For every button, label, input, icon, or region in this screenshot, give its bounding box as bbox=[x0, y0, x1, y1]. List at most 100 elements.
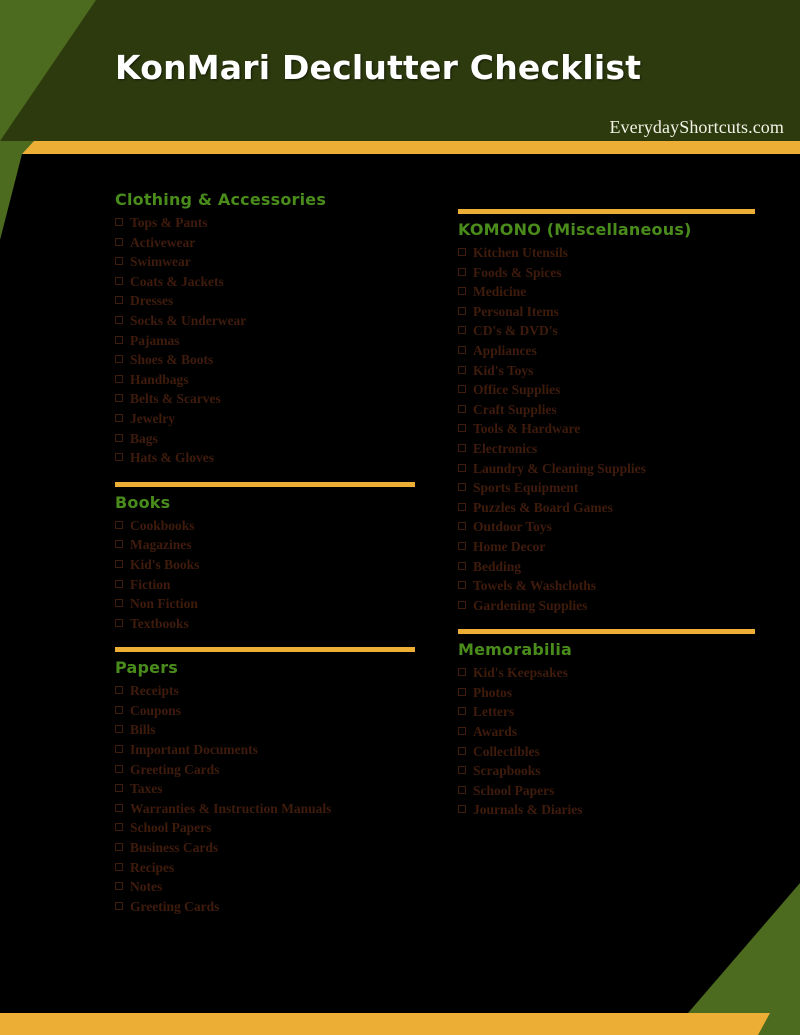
checkbox-empty-icon[interactable] bbox=[458, 502, 466, 511]
checklist-item[interactable]: Bedding bbox=[458, 557, 755, 577]
checkbox-empty-icon[interactable] bbox=[458, 345, 466, 354]
checklist-item[interactable]: Puzzles & Board Games bbox=[458, 498, 755, 518]
checkbox-empty-icon[interactable] bbox=[115, 413, 123, 422]
checklist-item[interactable]: Fiction bbox=[115, 575, 415, 595]
checklist-item[interactable]: Bills bbox=[115, 720, 415, 740]
checklist-item[interactable]: Jewelry bbox=[115, 409, 415, 429]
checklist-item[interactable]: Textbooks bbox=[115, 614, 415, 634]
checklist-item[interactable]: Swimwear bbox=[115, 252, 415, 272]
checklist-item[interactable]: Notes bbox=[115, 877, 415, 897]
checklist-item[interactable]: Medicine bbox=[458, 282, 755, 302]
checkbox-empty-icon[interactable] bbox=[458, 248, 466, 256]
checklist-item[interactable]: School Papers bbox=[458, 781, 755, 801]
checklist-item[interactable]: Kid's Keepsakes bbox=[458, 663, 755, 683]
checkbox-empty-icon[interactable] bbox=[458, 287, 466, 296]
checkbox-empty-icon[interactable] bbox=[115, 599, 123, 608]
checkbox-empty-icon[interactable] bbox=[115, 374, 123, 383]
checkbox-empty-icon[interactable] bbox=[458, 483, 466, 492]
checklist-item[interactable]: Non Fiction bbox=[115, 594, 415, 614]
checklist-item[interactable]: Cookbooks bbox=[115, 516, 415, 536]
checklist-item[interactable]: Greeting Cards bbox=[115, 760, 415, 780]
checklist-item[interactable]: Towels & Washcloths bbox=[458, 576, 755, 596]
checkbox-empty-icon[interactable] bbox=[115, 843, 123, 852]
checkbox-empty-icon[interactable] bbox=[458, 443, 466, 452]
checklist-item[interactable]: Foods & Spices bbox=[458, 263, 755, 283]
checkbox-empty-icon[interactable] bbox=[115, 764, 123, 773]
checkbox-empty-icon[interactable] bbox=[458, 581, 466, 590]
checklist-item[interactable]: Business Cards bbox=[115, 838, 415, 858]
checkbox-empty-icon[interactable] bbox=[115, 686, 123, 695]
checkbox-empty-icon[interactable] bbox=[458, 385, 466, 394]
checkbox-empty-icon[interactable] bbox=[115, 705, 123, 714]
checkbox-empty-icon[interactable] bbox=[115, 335, 123, 344]
checkbox-empty-icon[interactable] bbox=[458, 404, 466, 413]
checkbox-empty-icon[interactable] bbox=[458, 805, 466, 814]
checklist-item[interactable]: Awards bbox=[458, 722, 755, 742]
checklist-item[interactable]: Activewear bbox=[115, 233, 415, 253]
checklist-item[interactable]: Kid's Toys bbox=[458, 361, 755, 381]
checkbox-empty-icon[interactable] bbox=[115, 394, 123, 403]
checklist-item[interactable]: Home Decor bbox=[458, 537, 755, 557]
checklist-item[interactable]: Craft Supplies bbox=[458, 400, 755, 420]
checkbox-empty-icon[interactable] bbox=[115, 803, 123, 812]
checklist-item[interactable]: Outdoor Toys bbox=[458, 517, 755, 537]
checklist-item[interactable]: Shoes & Boots bbox=[115, 350, 415, 370]
checkbox-empty-icon[interactable] bbox=[115, 520, 123, 529]
checkbox-empty-icon[interactable] bbox=[115, 618, 123, 627]
checklist-item[interactable]: Sports Equipment bbox=[458, 478, 755, 498]
checklist-item[interactable]: Letters bbox=[458, 702, 755, 722]
checkbox-empty-icon[interactable] bbox=[115, 453, 123, 462]
checkbox-empty-icon[interactable] bbox=[458, 326, 466, 335]
checklist-item[interactable]: CD's & DVD's bbox=[458, 321, 755, 341]
checkbox-empty-icon[interactable] bbox=[458, 600, 466, 609]
checkbox-empty-icon[interactable] bbox=[115, 579, 123, 588]
checklist-item[interactable]: Kid's Books bbox=[115, 555, 415, 575]
checklist-item[interactable]: Appliances bbox=[458, 341, 755, 361]
checklist-item[interactable]: Tops & Pants bbox=[115, 213, 415, 233]
checkbox-empty-icon[interactable] bbox=[115, 559, 123, 568]
checklist-item[interactable]: Belts & Scarves bbox=[115, 389, 415, 409]
checklist-item[interactable]: Coupons bbox=[115, 701, 415, 721]
checkbox-empty-icon[interactable] bbox=[115, 276, 123, 285]
checkbox-empty-icon[interactable] bbox=[458, 687, 466, 696]
checkbox-empty-icon[interactable] bbox=[115, 745, 123, 754]
checklist-item[interactable]: Warranties & Instruction Manuals bbox=[115, 799, 415, 819]
checklist-item[interactable]: Recipes bbox=[115, 858, 415, 878]
checkbox-empty-icon[interactable] bbox=[458, 766, 466, 775]
checklist-item[interactable]: Scrapbooks bbox=[458, 761, 755, 781]
checklist-item[interactable]: School Papers bbox=[115, 818, 415, 838]
checkbox-empty-icon[interactable] bbox=[458, 707, 466, 716]
checkbox-empty-icon[interactable] bbox=[458, 668, 466, 677]
checkbox-empty-icon[interactable] bbox=[115, 901, 123, 910]
checkbox-empty-icon[interactable] bbox=[458, 306, 466, 315]
checklist-item[interactable]: Handbags bbox=[115, 370, 415, 390]
checkbox-empty-icon[interactable] bbox=[115, 218, 123, 226]
checklist-item[interactable]: Pajamas bbox=[115, 331, 415, 351]
checklist-item[interactable]: Receipts bbox=[115, 681, 415, 701]
checklist-item[interactable]: Tools & Hardware bbox=[458, 419, 755, 439]
checklist-item[interactable]: Kitchen Utensils bbox=[458, 243, 755, 263]
checklist-item[interactable]: Important Documents bbox=[115, 740, 415, 760]
checkbox-empty-icon[interactable] bbox=[458, 561, 466, 570]
checklist-item[interactable]: Greeting Cards bbox=[115, 897, 415, 917]
checklist-item[interactable]: Personal Items bbox=[458, 302, 755, 322]
checkbox-empty-icon[interactable] bbox=[115, 540, 123, 549]
checkbox-empty-icon[interactable] bbox=[458, 541, 466, 550]
checklist-item[interactable]: Electronics bbox=[458, 439, 755, 459]
checkbox-empty-icon[interactable] bbox=[458, 727, 466, 736]
checkbox-empty-icon[interactable] bbox=[115, 784, 123, 793]
checkbox-empty-icon[interactable] bbox=[458, 746, 466, 755]
checklist-item[interactable]: Gardening Supplies bbox=[458, 596, 755, 616]
checklist-item[interactable]: Magazines bbox=[115, 535, 415, 555]
checkbox-empty-icon[interactable] bbox=[458, 785, 466, 794]
checkbox-empty-icon[interactable] bbox=[115, 725, 123, 734]
checkbox-empty-icon[interactable] bbox=[115, 823, 123, 832]
checklist-item[interactable]: Collectibles bbox=[458, 742, 755, 762]
checklist-item[interactable]: Coats & Jackets bbox=[115, 272, 415, 292]
checkbox-empty-icon[interactable] bbox=[458, 522, 466, 531]
checklist-item[interactable]: Photos bbox=[458, 683, 755, 703]
checkbox-empty-icon[interactable] bbox=[115, 296, 123, 305]
checkbox-empty-icon[interactable] bbox=[115, 355, 123, 364]
checklist-item[interactable]: Journals & Diaries bbox=[458, 800, 755, 820]
checkbox-empty-icon[interactable] bbox=[115, 882, 123, 891]
